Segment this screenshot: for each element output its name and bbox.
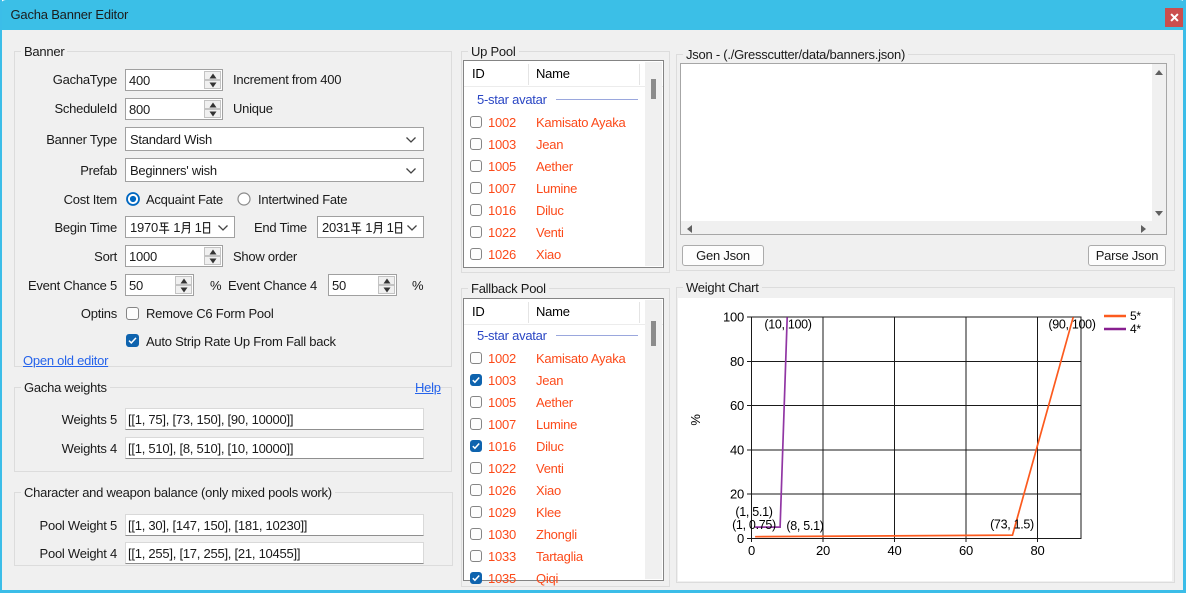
svg-text:(73, 1.5): (73, 1.5) bbox=[990, 518, 1034, 532]
svg-text:80: 80 bbox=[1031, 543, 1045, 558]
svg-text:4*: 4* bbox=[1130, 322, 1141, 336]
svg-text:20: 20 bbox=[730, 487, 744, 502]
svg-text:(1, 5.1): (1, 5.1) bbox=[735, 505, 772, 519]
svg-text:60: 60 bbox=[959, 543, 973, 558]
svg-text:(8, 5.1): (8, 5.1) bbox=[786, 519, 823, 533]
svg-text:(10, 100): (10, 100) bbox=[764, 318, 811, 332]
svg-text:%: % bbox=[688, 414, 703, 426]
svg-text:40: 40 bbox=[888, 543, 902, 558]
svg-text:20: 20 bbox=[816, 543, 830, 558]
svg-text:60: 60 bbox=[730, 398, 744, 413]
svg-text:0: 0 bbox=[748, 543, 755, 558]
svg-text:0: 0 bbox=[737, 531, 744, 546]
svg-text:(1, 0.75): (1, 0.75) bbox=[732, 518, 776, 532]
svg-text:40: 40 bbox=[730, 442, 744, 457]
svg-text:100: 100 bbox=[723, 310, 744, 325]
svg-text:5*: 5* bbox=[1130, 309, 1141, 323]
svg-text:(90, 100): (90, 100) bbox=[1048, 318, 1095, 332]
svg-text:80: 80 bbox=[730, 354, 744, 369]
